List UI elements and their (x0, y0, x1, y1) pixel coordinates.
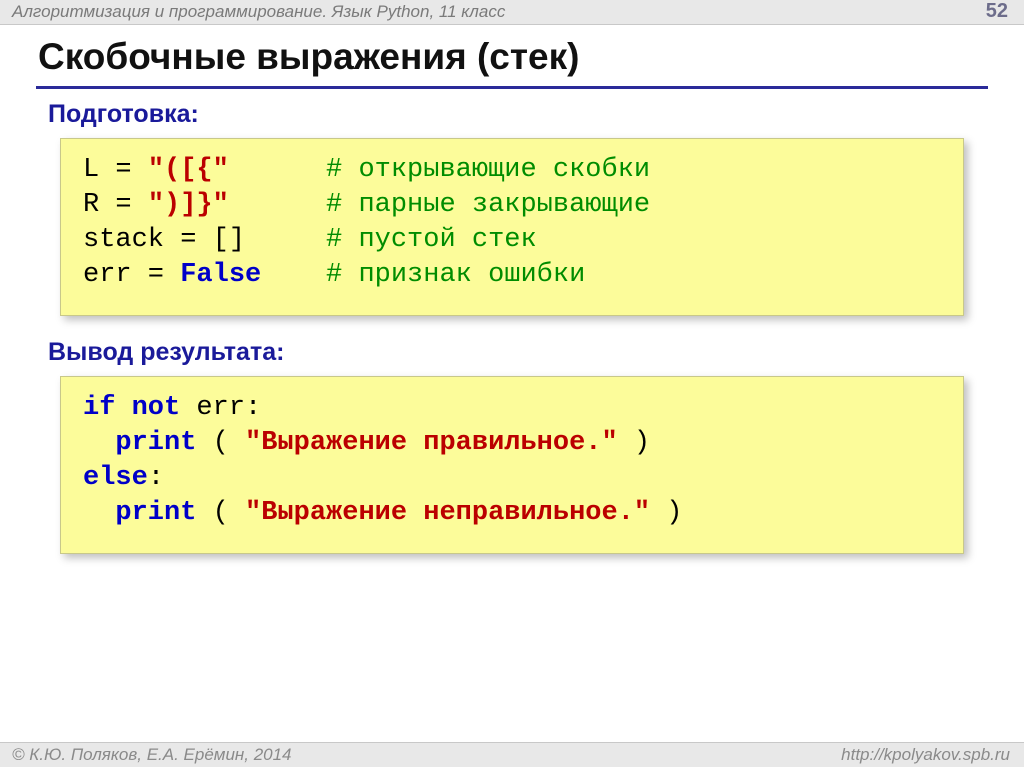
course-title: Алгоритмизация и программирование. Язык … (12, 2, 505, 22)
code-keyword: False (180, 260, 261, 290)
code-string: ")]}" (148, 190, 229, 220)
code-string: "Выражение неправильное." (245, 498, 650, 528)
code-text: = (164, 225, 213, 255)
code-text: err (83, 260, 132, 290)
bottom-bar: © К.Ю. Поляков, Е.А. Ерёмин, 2014 http:/… (0, 742, 1024, 767)
copyright-text: © К.Ю. Поляков, Е.А. Ерёмин, 2014 (12, 745, 292, 765)
code-text: = (132, 260, 181, 290)
code-block-result: if not err: print ( "Выражение правильно… (60, 376, 964, 554)
section-preparation-heading: Подготовка: (48, 100, 199, 129)
top-bar: Алгоритмизация и программирование. Язык … (0, 0, 1024, 25)
code-block-preparation: L = "([{" # открывающие скобки R = ")]}"… (60, 138, 964, 316)
code-keyword: if (83, 393, 115, 423)
title-divider (36, 86, 988, 89)
code-comment: # парные закрывающие (326, 190, 650, 220)
code-content: if not err: print ( "Выражение правильно… (61, 377, 963, 545)
code-content: L = "([{" # открывающие скобки R = ")]}"… (61, 139, 963, 307)
code-text: stack (83, 225, 164, 255)
code-text: err: (180, 393, 261, 423)
code-text: R (83, 190, 99, 220)
code-text: ) (650, 498, 682, 528)
code-comment: # признак ошибки (326, 260, 585, 290)
code-func: print (115, 498, 196, 528)
code-text: ( (196, 498, 245, 528)
code-string: "Выражение правильное." (245, 428, 618, 458)
code-text: L (83, 155, 99, 185)
code-text: = (99, 190, 148, 220)
code-text: ( (196, 428, 245, 458)
code-keyword: else (83, 463, 148, 493)
page-title: Скобочные выражения (стек) (38, 36, 579, 78)
code-text: : (148, 463, 164, 493)
code-comment: # открывающие скобки (326, 155, 650, 185)
section-result-heading: Вывод результата: (48, 338, 284, 367)
code-string: "([{" (148, 155, 229, 185)
code-keyword: not (132, 393, 181, 423)
code-text: = (99, 155, 148, 185)
code-comment: # пустой стек (326, 225, 537, 255)
code-text: [] (213, 225, 245, 255)
page-number: 52 (986, 0, 1008, 23)
code-func: print (115, 428, 196, 458)
code-text: ) (618, 428, 650, 458)
slide: Алгоритмизация и программирование. Язык … (0, 0, 1024, 767)
footer-url: http://kpolyakov.spb.ru (841, 745, 1010, 765)
